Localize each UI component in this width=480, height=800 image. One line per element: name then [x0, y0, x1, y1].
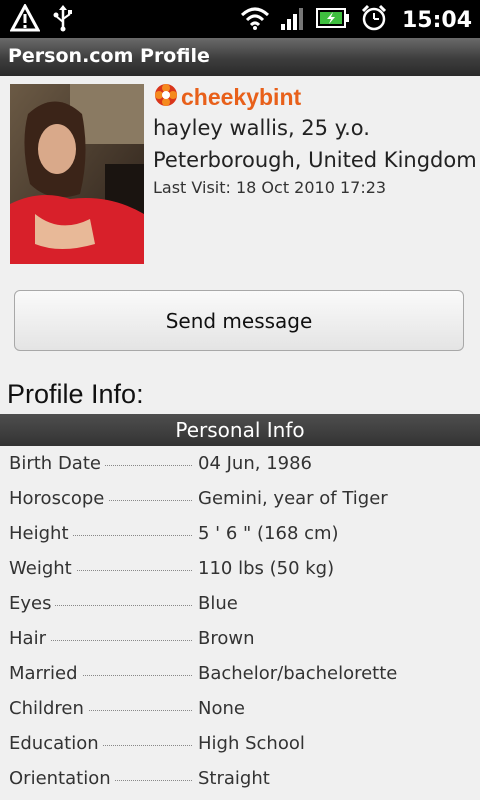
- last-visit: Last Visit: 18 Oct 2010 17:23: [153, 178, 387, 197]
- usb-icon: [52, 4, 74, 36]
- title-bar: Person.com Profile: [0, 38, 480, 76]
- info-label: Hair: [9, 628, 50, 649]
- info-row-hair: Hair Brown: [0, 622, 480, 657]
- clock: 15:04: [401, 7, 472, 33]
- info-label: Height: [9, 523, 73, 544]
- profile-name-age: hayley wallis, 25 y.o.: [153, 116, 370, 140]
- info-row-eyes: Eyes Blue: [0, 587, 480, 622]
- profile-location: Peterborough, United Kingdom: [153, 148, 477, 172]
- send-message-button[interactable]: Send message: [14, 290, 464, 351]
- info-value: 04 Jun, 1986: [198, 453, 313, 474]
- info-value: Blue: [198, 593, 238, 614]
- info-label: Married: [9, 663, 82, 684]
- wifi-icon: [240, 5, 270, 35]
- info-row-children: Children None: [0, 692, 480, 727]
- alarm-icon: [360, 4, 388, 36]
- info-value: None: [198, 698, 245, 719]
- info-value: Brown: [198, 628, 255, 649]
- info-label: Orientation: [9, 768, 115, 789]
- info-value: High School: [198, 733, 305, 754]
- status-bar: 15:04: [0, 0, 480, 38]
- info-row-birth-date: Birth Date 04 Jun, 1986: [0, 447, 480, 482]
- battery-charging-icon: [315, 7, 350, 33]
- info-row-married: Married Bachelor/bachelorette: [0, 657, 480, 692]
- personal-info-list: Birth Date 04 Jun, 1986 Horoscope Gemini…: [0, 447, 480, 797]
- info-value: Bachelor/bachelorette: [198, 663, 398, 684]
- info-row-weight: Weight 110 lbs (50 kg): [0, 552, 480, 587]
- profile-photo[interactable]: [10, 84, 144, 264]
- info-value: 5 ' 6 " (168 cm): [198, 523, 339, 544]
- alert-icon: [9, 2, 41, 36]
- username-row: cheekybint: [154, 83, 301, 111]
- info-value: Straight: [198, 768, 270, 789]
- person-logo-icon: [154, 83, 178, 111]
- info-label: Weight: [9, 558, 76, 579]
- info-row-orientation: Orientation Straight: [0, 762, 480, 797]
- app-title: Person.com Profile: [8, 45, 210, 67]
- info-label: Eyes: [9, 593, 56, 614]
- info-row-education: Education High School: [0, 727, 480, 762]
- info-label: Birth Date: [9, 453, 105, 474]
- info-label: Children: [9, 698, 88, 719]
- info-label: Education: [9, 733, 103, 754]
- signal-icon: [280, 5, 306, 35]
- info-row-height: Height 5 ' 6 " (168 cm): [0, 517, 480, 552]
- username: cheekybint: [181, 83, 302, 110]
- info-row-horoscope: Horoscope Gemini, year of Tiger: [0, 482, 480, 517]
- info-label: Horoscope: [9, 488, 109, 509]
- section-title: Personal Info: [175, 418, 305, 442]
- info-value: Gemini, year of Tiger: [198, 488, 388, 509]
- profile-info-heading: Profile Info:: [7, 379, 144, 409]
- section-header-personal-info: Personal Info: [0, 414, 480, 446]
- info-value: 110 lbs (50 kg): [198, 558, 335, 579]
